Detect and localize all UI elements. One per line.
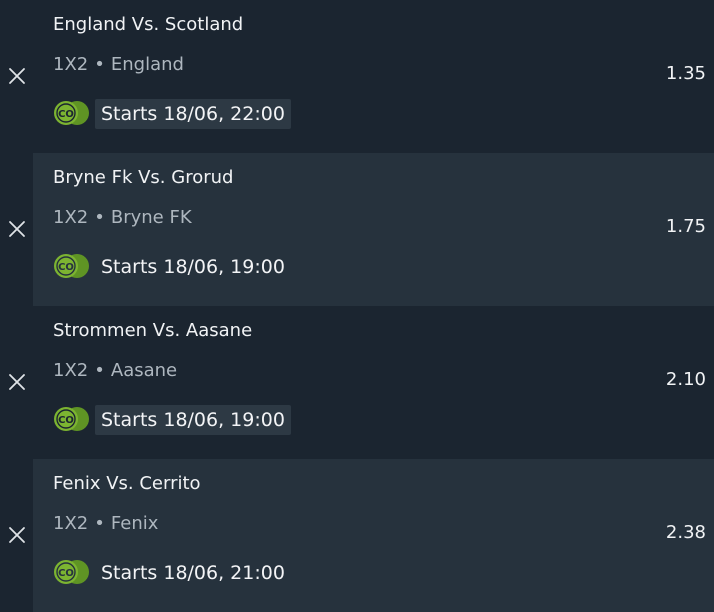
coin-label: CO <box>58 262 74 273</box>
bet-row: Bryne Fk Vs. Grorud 1X2 • Bryne FK CO Star… <box>0 153 714 306</box>
market-label: 1X2 <box>53 207 89 228</box>
remove-selection-button[interactable] <box>4 63 30 89</box>
co-coin-icon: CO <box>53 559 91 585</box>
betslip-list: England Vs. Scotland 1X2 • England CO Star… <box>0 0 714 612</box>
selection-line: 1X2 • Aasane <box>53 359 177 383</box>
start-time: Starts 18/06, 21:00 <box>101 562 285 584</box>
close-icon <box>9 527 25 543</box>
close-icon <box>9 221 25 237</box>
separator-bullet: • <box>94 513 105 534</box>
coin-label: CO <box>58 415 74 426</box>
selection-label: Aasane <box>110 360 178 381</box>
close-icon <box>9 68 25 84</box>
match-title: Fenix Vs. Cerrito <box>53 473 201 494</box>
match-title: England Vs. Scotland <box>53 14 244 35</box>
coin-label: CO <box>58 568 74 579</box>
close-icon <box>9 374 25 390</box>
separator-bullet: • <box>94 207 105 228</box>
market-label: 1X2 <box>53 54 89 75</box>
bet-row: England Vs. Scotland 1X2 • England CO Star… <box>0 0 714 153</box>
match-title: Strommen Vs. Aasane <box>53 320 253 341</box>
start-time: Starts 18/06, 22:00 <box>95 99 291 129</box>
bet-row: Fenix Vs. Cerrito 1X2 • Fenix CO Starts 18… <box>0 459 714 612</box>
selection-label: Bryne FK <box>110 207 192 228</box>
selection-line: 1X2 • England <box>53 53 184 77</box>
market-label: 1X2 <box>53 360 89 381</box>
remove-selection-button[interactable] <box>4 522 30 548</box>
odds-value[interactable]: 2.38 <box>666 521 706 545</box>
remove-selection-button[interactable] <box>4 369 30 395</box>
match-title: Bryne Fk Vs. Grorud <box>53 167 234 188</box>
selection-line: 1X2 • Bryne FK <box>53 206 192 230</box>
co-coin-icon: CO <box>53 253 91 279</box>
start-time: Starts 18/06, 19:00 <box>95 405 291 435</box>
co-coin-icon: CO <box>53 100 91 126</box>
co-coin-icon: CO <box>53 406 91 432</box>
selection-label: Fenix <box>110 513 159 534</box>
odds-value[interactable]: 1.75 <box>666 215 706 239</box>
bet-row: Strommen Vs. Aasane 1X2 • Aasane CO Starts… <box>0 306 714 459</box>
selection-label: England <box>110 54 184 75</box>
start-time: Starts 18/06, 19:00 <box>101 256 285 278</box>
separator-bullet: • <box>94 54 105 75</box>
coin-label: CO <box>58 109 74 120</box>
odds-value[interactable]: 1.35 <box>666 62 706 86</box>
odds-value[interactable]: 2.10 <box>666 368 706 392</box>
remove-selection-button[interactable] <box>4 216 30 242</box>
selection-line: 1X2 • Fenix <box>53 512 158 536</box>
market-label: 1X2 <box>53 513 89 534</box>
separator-bullet: • <box>94 360 105 381</box>
